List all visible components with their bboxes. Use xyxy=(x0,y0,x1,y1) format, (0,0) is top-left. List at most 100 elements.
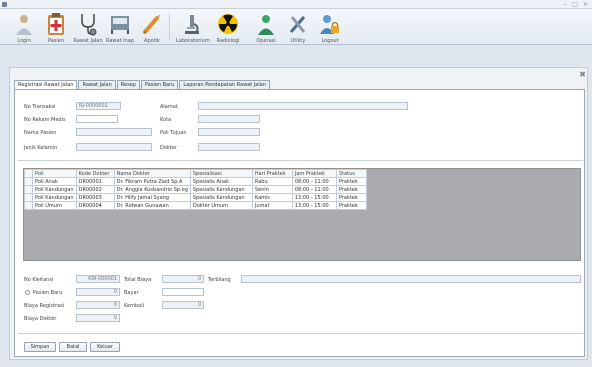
cell-nama-dokter: Dr. Hilfy Jamal Syang xyxy=(113,193,191,202)
cell-spesialisasi: Spesialis Anak xyxy=(189,177,253,186)
cell-status: Praktek xyxy=(335,177,367,186)
biaya-dokter-field[interactable]: 0 xyxy=(76,314,120,322)
column-header-status[interactable]: Status xyxy=(335,169,367,178)
column-header-kode-dokter[interactable]: Kode Dokter xyxy=(75,169,115,178)
cell-kode-dokter: DR00001 xyxy=(75,177,115,186)
biaya-registrasi-field[interactable]: 0 xyxy=(76,301,120,309)
ribbon-utility-button[interactable]: Utility xyxy=(282,10,314,44)
ribbon-radiologi-button[interactable]: Radiologi xyxy=(212,10,244,44)
ribbon-rawat-inap-button[interactable]: Rawat Inap xyxy=(104,10,136,44)
cell-status: Praktek xyxy=(335,185,367,194)
cell-kode-dokter: DR00002 xyxy=(75,185,115,194)
bayar-field[interactable] xyxy=(162,288,204,296)
tab-pasien-baru[interactable]: Pasien Baru xyxy=(140,80,179,89)
pasien-baru-field[interactable]: 0 xyxy=(76,288,120,296)
tab-resep[interactable]: Resep xyxy=(116,80,140,89)
column-header-hari-praktek[interactable]: Hari Praktek xyxy=(251,169,293,178)
kembali-field[interactable]: 0 xyxy=(162,301,204,309)
cell-kode-dokter: DR00004 xyxy=(75,201,115,210)
terbilang-label: Terbilang xyxy=(208,277,231,283)
maximize-button[interactable]: □ xyxy=(572,1,578,8)
tab-rawat-jalan[interactable]: Rawat Jalan xyxy=(78,80,116,89)
bed-icon xyxy=(111,16,129,34)
total-biaya-field[interactable]: 0 xyxy=(162,275,204,283)
syringe-icon xyxy=(143,14,161,34)
ribbon-laboratorium-button[interactable]: Laboratorium xyxy=(176,10,210,44)
cell-jam-praktek: 08:00 - 11:00 xyxy=(291,185,337,194)
row-selector[interactable] xyxy=(24,185,33,194)
no-kwitansi-field[interactable]: KW-000001 xyxy=(76,275,120,283)
jenis-kelamin-label: Jenis Kelamin xyxy=(24,145,58,151)
window-controls: ‒ □ ✕ xyxy=(563,1,588,8)
stethoscope-icon xyxy=(81,14,97,36)
no-kwitansi-label: No Kwitansi xyxy=(24,277,54,283)
pasien-baru-radio[interactable] xyxy=(25,290,30,295)
table-row[interactable]: Poli Umum DR00004 Dr. Ridwan Gunawan Dok… xyxy=(24,201,367,210)
close-window-button[interactable]: ✕ xyxy=(583,1,588,8)
poli-tujuan-field[interactable] xyxy=(198,128,260,136)
cell-spesialisasi: Dokter Umum xyxy=(189,201,253,210)
no-rekam-medis-field[interactable] xyxy=(76,115,118,123)
cell-hari-praktek: Rabu xyxy=(251,177,293,186)
row-selector[interactable] xyxy=(24,201,33,210)
tools-icon xyxy=(289,16,306,33)
column-header-poli[interactable]: Poli xyxy=(32,169,77,178)
biaya-registrasi-label: Biaya Registrasi xyxy=(24,303,65,309)
cell-jam-praktek: 08:00 - 11:00 xyxy=(291,177,337,186)
ribbon-apotik-button[interactable]: Apotik xyxy=(136,10,170,44)
doctor-schedule-grid[interactable]: Poli Kode Dokter Nama Dokter Spesialisas… xyxy=(23,168,581,261)
poli-tujuan-label: Poli Tujuan xyxy=(160,130,187,136)
person-icon xyxy=(16,15,32,35)
cell-jam-praktek: 13:00 - 15:00 xyxy=(291,201,337,210)
table-row[interactable]: Poli Kandungan DR00003 Dr. Hilfy Jamal S… xyxy=(24,193,367,202)
alamat-label: Alamat xyxy=(160,104,178,110)
cell-status: Praktek xyxy=(335,201,367,210)
app-icon xyxy=(2,2,7,7)
table-header-row: Poli Kode Dokter Nama Dokter Spesialisas… xyxy=(24,169,367,178)
column-header-jam-praktek[interactable]: Jam Praktek xyxy=(291,169,337,178)
keluar-button[interactable]: Keluar xyxy=(90,342,120,352)
terbilang-field[interactable] xyxy=(241,275,581,283)
row-selector[interactable] xyxy=(24,193,33,202)
close-form-icon[interactable]: ✖ xyxy=(579,70,586,79)
nama-pasien-label: Nama Pasien xyxy=(24,130,57,136)
alamat-field[interactable] xyxy=(198,102,408,110)
no-transaksi-field[interactable]: RJ-0000001 xyxy=(76,102,121,110)
jenis-kelamin-field[interactable] xyxy=(76,143,152,151)
column-header-nama-dokter[interactable]: Nama Dokter xyxy=(113,169,191,178)
row-header-corner xyxy=(24,169,33,178)
doctor-schedule-table: Poli Kode Dokter Nama Dokter Spesialisas… xyxy=(24,169,367,210)
simpan-button[interactable]: Simpan xyxy=(24,342,56,352)
table-row[interactable]: Poli Anak DR00001 Dr. Fikram Putra Zaid … xyxy=(24,177,367,186)
cell-spesialisasi: Spesialis Kandungan xyxy=(189,193,253,202)
dokter-field[interactable] xyxy=(198,143,260,151)
kota-field[interactable] xyxy=(198,115,260,123)
ribbon-pasien-button[interactable]: Pasien xyxy=(40,10,72,44)
cell-status: Praktek xyxy=(335,193,367,202)
user-lock-icon xyxy=(320,15,339,34)
cell-hari-praktek: Senin xyxy=(251,185,293,194)
batal-button[interactable]: Batal xyxy=(59,342,87,352)
column-header-spesialisasi[interactable]: Spesialisasi xyxy=(189,169,253,178)
tab-laporan-pendapatan[interactable]: Laporan Pendapatan Rawat Jalan xyxy=(179,80,270,89)
ribbon-toolbar: Login Pasien Rawat Jalan Rawat Inap Apot… xyxy=(0,9,592,45)
divider xyxy=(18,160,583,161)
row-selector[interactable] xyxy=(24,177,33,186)
dokter-label: Dokter xyxy=(160,145,177,151)
radiation-icon xyxy=(218,14,238,34)
cell-nama-dokter: Dr. Ridwan Gunawan xyxy=(113,201,191,210)
doctor-icon xyxy=(258,15,274,35)
no-rekam-medis-label: No Rekam Medis xyxy=(24,117,66,123)
ribbon-logout-button[interactable]: Logout xyxy=(314,10,346,44)
no-transaksi-label: No Transaksi xyxy=(24,104,56,110)
table-row[interactable]: Poli Kandungan DR00002 Dr. Anggia Kusban… xyxy=(24,185,367,194)
cell-kode-dokter: DR00003 xyxy=(75,193,115,202)
divider xyxy=(18,333,583,334)
kembali-label: Kembali xyxy=(124,303,144,309)
nama-pasien-field[interactable] xyxy=(76,128,152,136)
ribbon-operasi-button[interactable]: Operasi xyxy=(250,10,282,44)
minimize-button[interactable]: ‒ xyxy=(563,1,567,8)
total-biaya-label: Total Biaya xyxy=(124,277,152,283)
ribbon-rawat-jalan-button[interactable]: Rawat Jalan xyxy=(72,10,104,44)
ribbon-login-button[interactable]: Login xyxy=(8,10,40,44)
